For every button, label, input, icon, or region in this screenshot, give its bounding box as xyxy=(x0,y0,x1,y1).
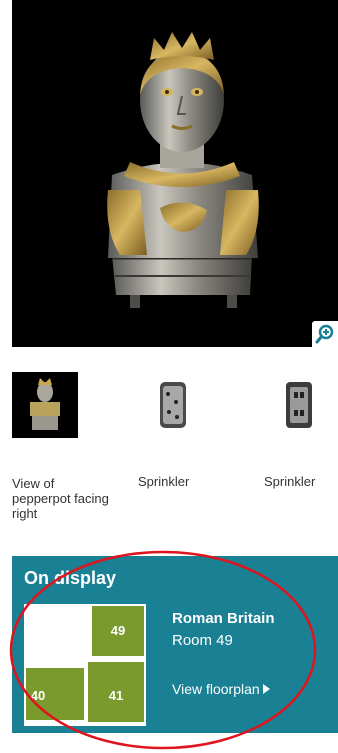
thumbnail-image-sprinkler-2[interactable] xyxy=(264,372,330,438)
thumbnail-caption[interactable]: Sprinkler xyxy=(138,474,238,489)
floorplan-map[interactable]: 49 40 41 xyxy=(24,604,146,726)
thumbnail-item[interactable]: Sprinkler xyxy=(138,372,238,489)
on-display-title: On display xyxy=(24,568,117,588)
floorplan-label-40: 40 xyxy=(31,688,45,703)
magnifier-zoom-icon xyxy=(315,324,334,344)
thumbnail-item[interactable]: Sprinkler xyxy=(264,372,338,489)
zoom-button[interactable] xyxy=(312,321,338,347)
thumbnail-image-sprinkler-1[interactable] xyxy=(138,372,204,438)
view-floorplan-link[interactable]: View floorplan xyxy=(172,681,270,697)
thumbnail-image-pepperpot[interactable] xyxy=(12,372,78,438)
sprinkler-thumbnail-icon xyxy=(160,382,186,428)
view-floorplan-label: View floorplan xyxy=(172,681,260,697)
room-number: Room 49 xyxy=(172,632,233,649)
pepperpot-thumbnail-icon xyxy=(30,378,60,430)
thumbnail-caption[interactable]: Sprinkler xyxy=(264,474,338,489)
thumbnail-caption[interactable]: View of pepperpot facing right xyxy=(12,476,112,521)
floorplan-label-49: 49 xyxy=(111,623,125,638)
main-object-image[interactable] xyxy=(12,0,338,347)
chevron-right-icon xyxy=(262,684,270,694)
thumbnail-item[interactable]: View of pepperpot facing right xyxy=(12,372,112,521)
on-display-panel: On display 49 40 41 Roman Britain Room 4… xyxy=(12,556,338,733)
sprinkler-thumbnail-icon xyxy=(286,382,312,428)
floorplan-label-41: 41 xyxy=(109,688,123,703)
gallery-name[interactable]: Roman Britain xyxy=(172,610,275,627)
pepperpot-figure-image xyxy=(107,32,259,308)
